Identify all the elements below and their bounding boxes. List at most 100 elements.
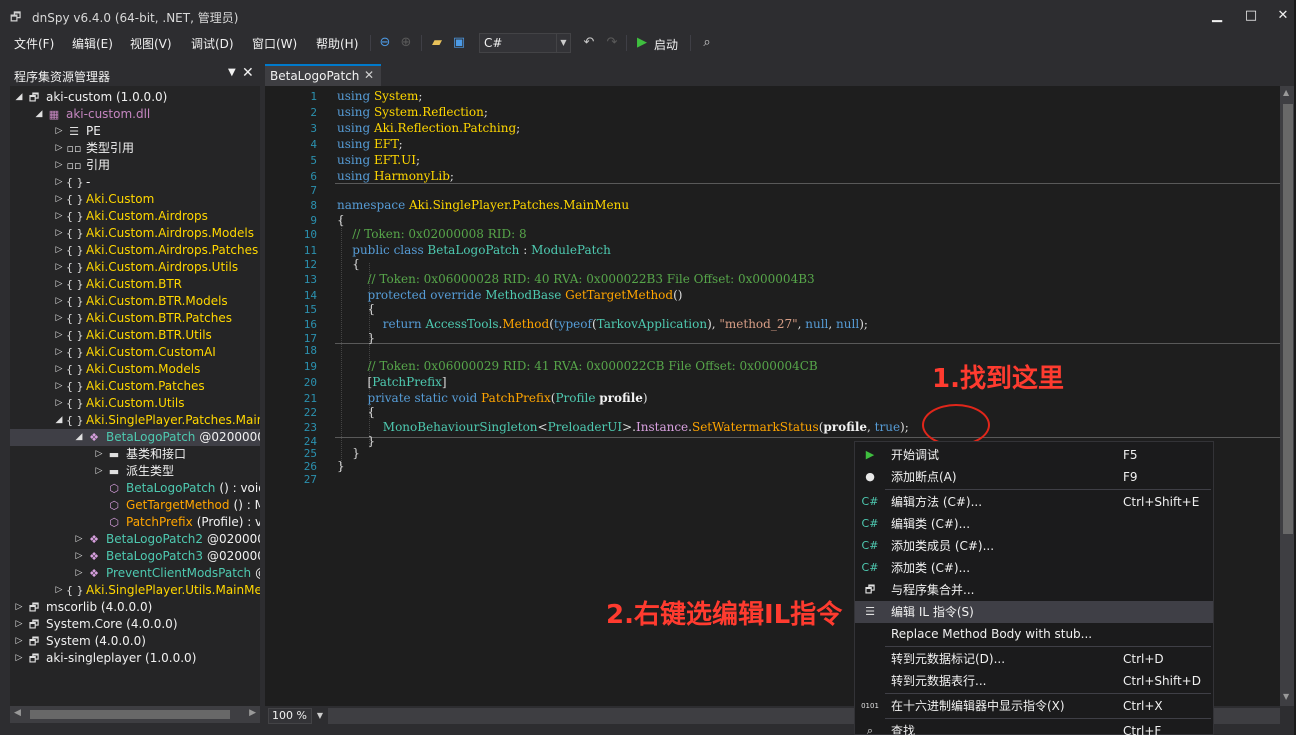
expand-toggle-icon[interactable]: ◢ bbox=[54, 412, 64, 429]
expand-toggle-icon[interactable]: ▷ bbox=[54, 582, 64, 599]
menu-view[interactable]: 视图(V) bbox=[130, 35, 172, 52]
tree-item[interactable]: ▷{ } Aki.Custom bbox=[10, 191, 260, 208]
menu-file[interactable]: 文件(F) bbox=[14, 35, 54, 52]
redo-icon[interactable]: ↷ bbox=[603, 34, 621, 52]
expand-toggle-icon[interactable]: ◢ bbox=[74, 429, 84, 446]
scroll-left-icon[interactable]: ◀ bbox=[14, 708, 21, 718]
minimize-button[interactable]: ▁ bbox=[1206, 6, 1228, 26]
zoom-select[interactable]: 100 % bbox=[268, 708, 312, 724]
tree-item[interactable]: ▷{ } Aki.Custom.BTR bbox=[10, 276, 260, 293]
tree-item[interactable]: ▷ ❖ BetaLogoPatch2 @020000 bbox=[10, 531, 260, 548]
menu-window[interactable]: 窗口(W) bbox=[252, 35, 297, 52]
tree-item[interactable]: ⬡ BetaLogoPatch() : void bbox=[10, 480, 260, 497]
expand-toggle-icon[interactable]: ▷ bbox=[74, 565, 84, 582]
expand-toggle-icon[interactable]: ▷ bbox=[54, 361, 64, 378]
tree-item[interactable]: ▷{ } Aki.Custom.Airdrops bbox=[10, 208, 260, 225]
tree-item[interactable]: ▷ ▫▫ 引用 bbox=[10, 157, 260, 174]
tree-item[interactable]: ◢ 🗗 aki-custom (1.0.0.0) bbox=[10, 89, 260, 106]
expand-toggle-icon[interactable]: ▷ bbox=[54, 259, 64, 276]
expand-toggle-icon[interactable]: ▷ bbox=[54, 123, 64, 140]
tree-item[interactable]: ▷{ } Aki.Custom.CustomAI bbox=[10, 344, 260, 361]
back-icon[interactable]: ⊖ bbox=[377, 34, 393, 52]
expand-toggle-icon[interactable]: ▷ bbox=[54, 140, 64, 157]
context-menu-item[interactable]: 🗗 与程序集合并... bbox=[855, 579, 1213, 601]
expand-toggle-icon[interactable]: ▷ bbox=[14, 650, 24, 667]
tree-item[interactable]: ◢ ▦ aki-custom.dll bbox=[10, 106, 260, 123]
context-menu-item[interactable]: 转到元数据表行... Ctrl+Shift+D bbox=[855, 670, 1213, 692]
assembly-tree[interactable]: ◢ 🗗 aki-custom (1.0.0.0) ◢ ▦ aki-custom.dll ▷ ☰… bbox=[10, 86, 260, 706]
expand-toggle-icon[interactable]: ▷ bbox=[54, 395, 64, 412]
tree-item[interactable]: ▷{ } - bbox=[10, 174, 260, 191]
expand-toggle-icon[interactable]: ▷ bbox=[14, 599, 24, 616]
expand-toggle-icon[interactable]: ▷ bbox=[54, 225, 64, 242]
forward-icon[interactable]: ⊕ bbox=[398, 34, 414, 52]
expand-toggle-icon[interactable]: ▷ bbox=[54, 208, 64, 225]
tree-item[interactable]: ▷ ☰ PE bbox=[10, 123, 260, 140]
menu-help[interactable]: 帮助(H) bbox=[316, 35, 358, 52]
save-icon[interactable]: ▣ bbox=[451, 34, 467, 52]
run-icon[interactable]: ▶ bbox=[634, 34, 650, 52]
expand-toggle-icon[interactable]: ◢ bbox=[34, 106, 44, 123]
expand-toggle-icon[interactable]: ▷ bbox=[14, 633, 24, 650]
tree-item[interactable]: ▷ ❖ PreventClientModsPatch@ bbox=[10, 565, 260, 582]
tree-horizontal-scrollbar[interactable]: ◀ ▶ bbox=[10, 706, 260, 723]
expand-toggle-icon[interactable]: ▷ bbox=[54, 276, 64, 293]
run-button-label[interactable]: 启动 bbox=[654, 36, 678, 53]
context-menu-item[interactable]: ▶ 开始调试 F5 bbox=[855, 444, 1213, 466]
tree-item[interactable]: ▷{ } Aki.Custom.BTR.Models bbox=[10, 293, 260, 310]
tree-item[interactable]: ▷ ▫▫ 类型引用 bbox=[10, 140, 260, 157]
expand-toggle-icon[interactable]: ▷ bbox=[54, 157, 64, 174]
close-icon[interactable]: ✕ bbox=[364, 68, 374, 82]
expand-toggle-icon[interactable]: ▷ bbox=[54, 242, 64, 259]
undo-icon[interactable]: ↶ bbox=[580, 34, 598, 52]
tree-item[interactable]: ▷{ } Aki.Custom.Models bbox=[10, 361, 260, 378]
context-menu-item[interactable]: Replace Method Body with stub... bbox=[855, 623, 1213, 645]
context-menu-item[interactable]: C# 编辑方法 (C#)... Ctrl+Shift+E bbox=[855, 491, 1213, 513]
tree-item[interactable]: ▷ 🗗 aki-singleplayer (1.0.0.0) bbox=[10, 650, 260, 667]
maximize-button[interactable]: □ bbox=[1240, 6, 1262, 26]
context-menu-item[interactable]: ☰ 编辑 IL 指令(S) bbox=[855, 601, 1213, 623]
scrollbar-thumb[interactable] bbox=[1283, 104, 1293, 534]
expand-toggle-icon[interactable]: ▷ bbox=[54, 293, 64, 310]
tree-item[interactable]: ▷ ❖ BetaLogoPatch3 @020000 bbox=[10, 548, 260, 565]
tree-item[interactable]: ▷{ } Aki.Custom.Patches bbox=[10, 378, 260, 395]
tree-item[interactable]: ▷ 🗗 mscorlib (4.0.0.0) bbox=[10, 599, 260, 616]
tree-item[interactable]: ⬡ PatchPrefix(Profile) : vo bbox=[10, 514, 260, 531]
chevron-down-icon[interactable]: ▼ bbox=[228, 67, 236, 78]
language-select[interactable]: C# ▼ bbox=[479, 33, 571, 53]
tree-item[interactable]: ▷{ } Aki.Custom.Utils bbox=[10, 395, 260, 412]
menu-debug[interactable]: 调试(D) bbox=[191, 35, 234, 52]
scroll-right-icon[interactable]: ▶ bbox=[249, 708, 256, 718]
expand-toggle-icon[interactable]: ▷ bbox=[94, 446, 104, 463]
expand-toggle-icon[interactable]: ▷ bbox=[54, 310, 64, 327]
context-menu-item[interactable]: ⌕ 查找 Ctrl+F bbox=[855, 720, 1213, 735]
tree-item[interactable]: ▷ 🗗 System (4.0.0.0) bbox=[10, 633, 260, 650]
tree-item[interactable]: ▷{ } Aki.Custom.BTR.Utils bbox=[10, 327, 260, 344]
tree-item[interactable]: ◢ ❖ BetaLogoPatch @0200000 bbox=[10, 429, 260, 446]
context-menu-item[interactable]: ● 添加断点(A) F9 bbox=[855, 466, 1213, 488]
context-menu-item[interactable]: 0101 在十六进制编辑器中显示指令(X) Ctrl+X bbox=[855, 695, 1213, 717]
expand-toggle-icon[interactable]: ▷ bbox=[74, 548, 84, 565]
close-icon[interactable]: ✕ bbox=[242, 65, 254, 81]
tree-item[interactable]: ▷{ } Aki.Custom.Airdrops.Models bbox=[10, 225, 260, 242]
tree-item[interactable]: ▷ ▬ 派生类型 bbox=[10, 463, 260, 480]
context-menu-item[interactable]: C# 添加类 (C#)... bbox=[855, 557, 1213, 579]
scroll-down-icon[interactable]: ▼ bbox=[1283, 692, 1289, 701]
tab-betalogopatch[interactable]: BetaLogoPatch ✕ bbox=[265, 64, 381, 86]
search-icon[interactable]: ⌕ bbox=[698, 34, 716, 52]
chevron-down-icon[interactable]: ▼ bbox=[314, 708, 326, 724]
expand-toggle-icon[interactable]: ▷ bbox=[94, 463, 104, 480]
tree-item[interactable]: ▷ ▬ 基类和接口 bbox=[10, 446, 260, 463]
context-menu-item[interactable]: 转到元数据标记(D)... Ctrl+D bbox=[855, 648, 1213, 670]
expand-toggle-icon[interactable]: ▷ bbox=[54, 378, 64, 395]
tree-item[interactable]: ▷{ } Aki.Custom.BTR.Patches bbox=[10, 310, 260, 327]
expand-toggle-icon[interactable]: ▷ bbox=[74, 531, 84, 548]
expand-toggle-icon[interactable]: ◢ bbox=[14, 89, 24, 106]
tree-item[interactable]: ◢{ } Aki.SinglePlayer.Patches.Main bbox=[10, 412, 260, 429]
tree-item[interactable]: ▷{ } Aki.SinglePlayer.Utils.MainMe bbox=[10, 582, 260, 599]
scrollbar-thumb[interactable] bbox=[30, 710, 230, 719]
context-menu-item[interactable]: C# 编辑类 (C#)... bbox=[855, 513, 1213, 535]
expand-toggle-icon[interactable]: ▷ bbox=[54, 191, 64, 208]
menu-edit[interactable]: 编辑(E) bbox=[72, 35, 113, 52]
tree-item[interactable]: ▷{ } Aki.Custom.Airdrops.Utils bbox=[10, 259, 260, 276]
